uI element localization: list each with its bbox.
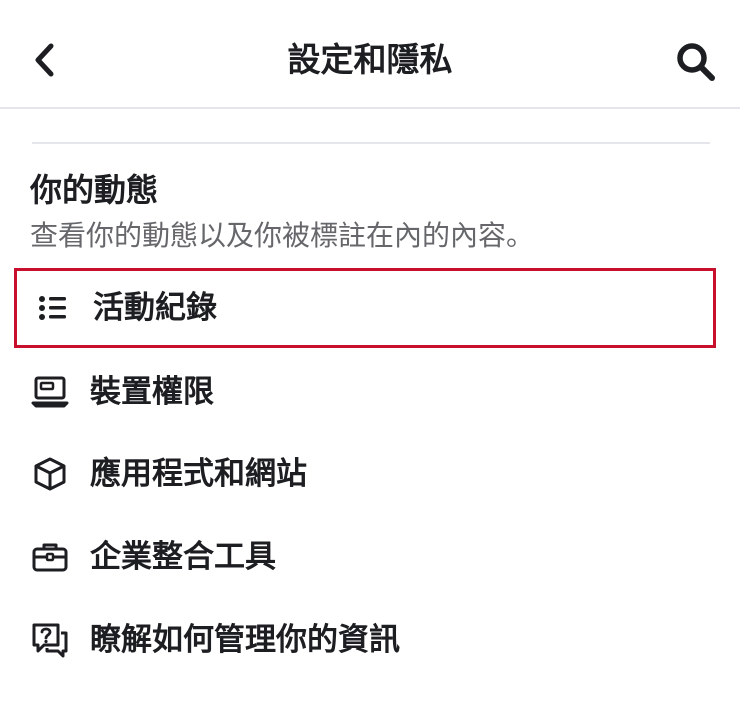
chevron-left-icon — [35, 43, 54, 77]
page-title: 設定和隱私 — [287, 40, 453, 79]
section-divider — [32, 142, 710, 144]
search-icon — [677, 43, 715, 81]
menu-item-apps-websites[interactable]: 應用程式和網站 — [14, 434, 716, 514]
section-title: 你的動態 — [30, 171, 159, 209]
menu-item-activity-log[interactable]: 活動紀錄 — [14, 268, 716, 348]
briefcase-icon — [30, 537, 70, 577]
section-subtitle: 查看你的動態以及你被標註在內的內容。 — [30, 219, 535, 252]
menu-item-label: 應用程式和網站 — [90, 456, 307, 492]
cube-icon — [30, 454, 70, 494]
menu-item-label: 瞭解如何管理你的資訊 — [90, 622, 400, 658]
menu-item-label: 裝置權限 — [90, 374, 214, 410]
laptop-icon — [30, 372, 70, 412]
help-chat-icon — [30, 620, 70, 660]
back-button[interactable] — [24, 38, 64, 82]
menu-item-manage-info[interactable]: 瞭解如何管理你的資訊 — [14, 600, 716, 680]
header-bar: 設定和隱私 — [0, 0, 740, 109]
menu-item-label: 企業整合工具 — [90, 539, 276, 575]
menu-item-label: 活動紀錄 — [93, 290, 217, 326]
menu-item-device-permissions[interactable]: 裝置權限 — [14, 352, 716, 432]
settings-privacy-screen: 設定和隱私 你的動態 查看你的動態以及你被標註在內的內容。 活動紀錄 裝置權限 … — [0, 0, 740, 702]
menu-item-business-integrations[interactable]: 企業整合工具 — [14, 517, 716, 597]
search-button[interactable] — [672, 38, 720, 86]
list-icon — [33, 288, 73, 328]
